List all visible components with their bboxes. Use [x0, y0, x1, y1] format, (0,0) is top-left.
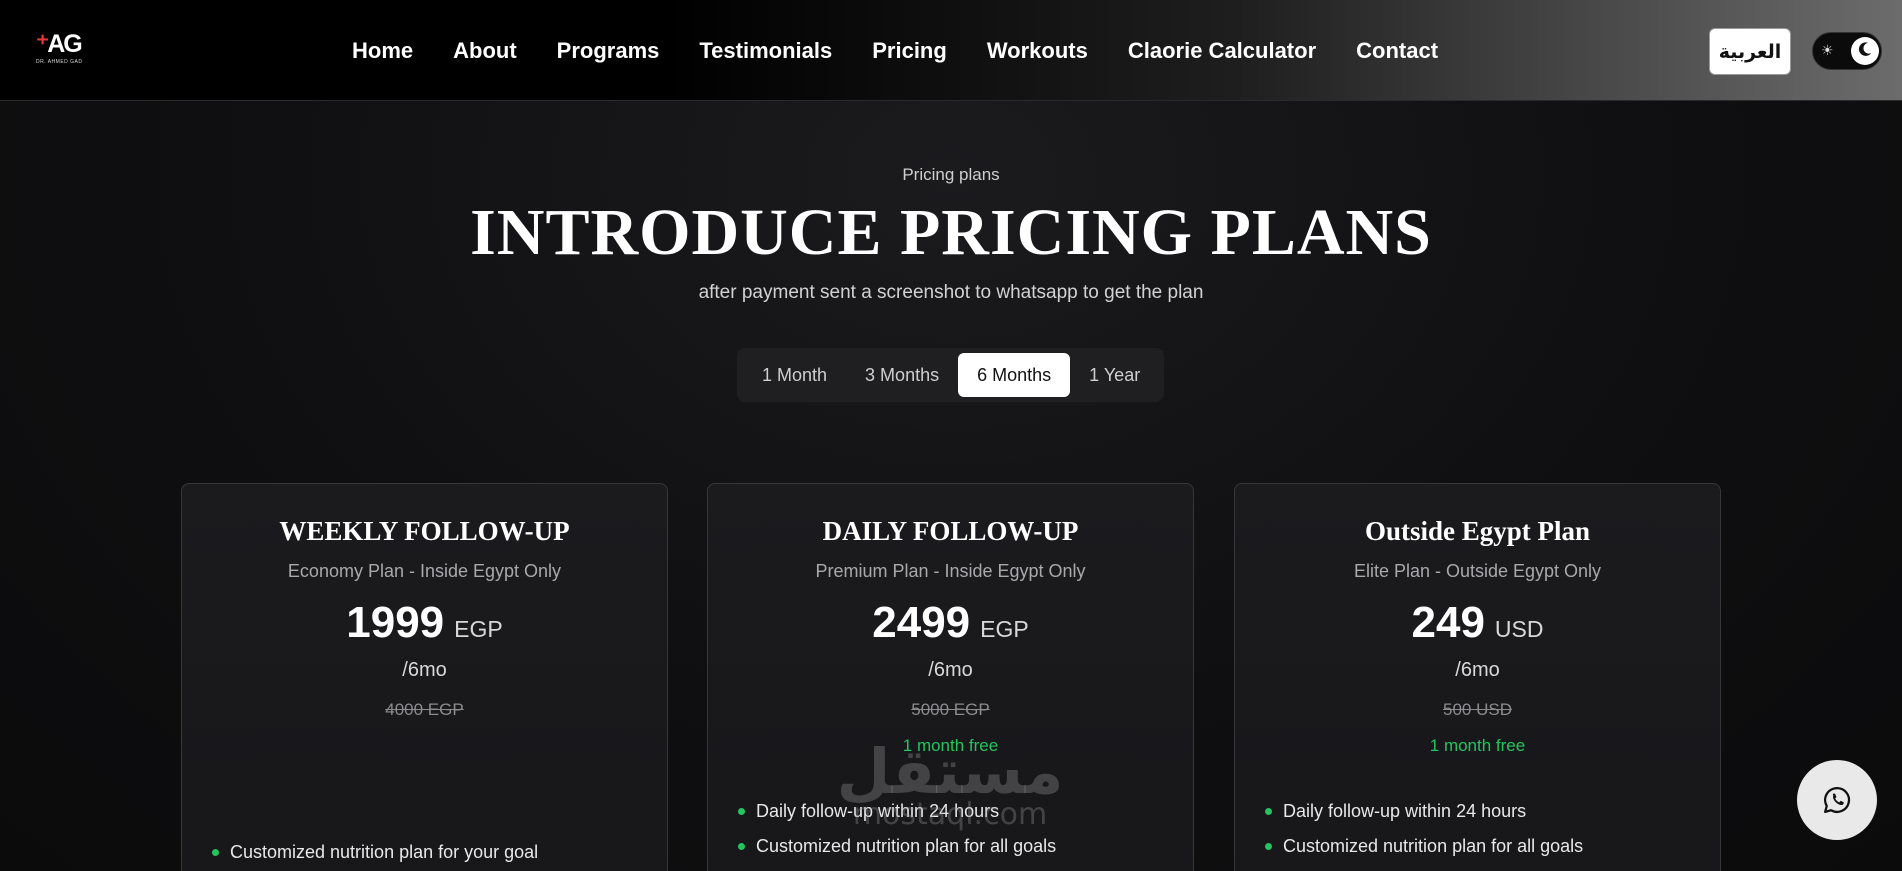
plan-subtitle: Elite Plan - Outside Egypt Only [1353, 561, 1602, 581]
plan-currency: USD [1494, 616, 1544, 642]
duration-tabs: 1 Month 3 Months 6 Months 1 Year [737, 348, 1164, 402]
list-item: Customized nutrition plan for your goal [212, 835, 538, 870]
logo-subtext: DR. AHMED GAD [36, 59, 83, 65]
tab-6-months[interactable]: 6 Months [958, 353, 1071, 397]
navbar: ⁺AG DR. AHMED GAD Home About Programs Te… [0, 0, 1902, 101]
list-item: Daily follow-up within 24 hours [738, 794, 1056, 829]
language-switch-button[interactable]: العربية [1709, 28, 1791, 75]
plan-period: /6mo [928, 659, 973, 681]
feature-text: Customized nutrition plan for all goals [756, 836, 1057, 856]
theme-toggle[interactable]: ☀ [1812, 32, 1882, 70]
plan-old-price: 5000 EGP [911, 700, 990, 719]
nav-link-contact[interactable]: Contact [1356, 38, 1438, 64]
feature-list: Customized nutrition plan for your goal [212, 835, 538, 870]
plan-old-price: 4000 EGP [385, 700, 464, 719]
plan-currency: EGP [980, 616, 1029, 642]
bullet-icon [738, 808, 745, 815]
feature-text: Customized nutrition plan for all goals [1283, 836, 1584, 856]
plan-title: WEEKLY FOLLOW-UP [279, 516, 570, 546]
plan-subtitle: Economy Plan - Inside Egypt Only [287, 561, 562, 581]
list-item: Customized nutrition plan for all goals [1265, 829, 1583, 864]
feature-text: Daily follow-up within 24 hours [756, 801, 1000, 821]
bullet-icon [1265, 808, 1272, 815]
plan-price: 1999 [346, 598, 445, 647]
nav-links: Home About Programs Testimonials Pricing… [352, 38, 1478, 64]
plan-price: 249 [1411, 598, 1485, 647]
moon-icon [1858, 42, 1872, 56]
plan-period: /6mo [402, 659, 447, 681]
logo-text: AG [47, 30, 82, 58]
pricing-card-daily: DAILY FOLLOW-UP Premium Plan - Inside Eg… [707, 483, 1194, 871]
feature-text: Customized nutrition plan for your goal [230, 842, 539, 862]
tab-3-months[interactable]: 3 Months [846, 353, 958, 397]
nav-link-workouts[interactable]: Workouts [987, 38, 1088, 64]
plan-currency: EGP [454, 616, 503, 642]
nav-link-pricing[interactable]: Pricing [872, 38, 947, 64]
nav-link-calorie-calculator[interactable]: Claorie Calculator [1128, 38, 1316, 64]
bullet-icon [212, 849, 219, 856]
plan-title: DAILY FOLLOW-UP [822, 516, 1079, 546]
plan-price: 2499 [872, 598, 971, 647]
feature-list: Daily follow-up within 24 hours Customiz… [1265, 794, 1583, 864]
plan-old-price: 500 USD [1443, 700, 1512, 719]
page-title: INTRODUCE PRICING PLANS [470, 196, 1432, 269]
bullet-icon [738, 843, 745, 850]
price-row: 1999 EGP [182, 598, 667, 648]
sun-icon: ☀ [1821, 42, 1834, 58]
section-subtitle: after payment sent a screenshot to whats… [698, 282, 1204, 303]
logo[interactable]: ⁺AG DR. AHMED GAD [36, 30, 84, 72]
feature-list: Daily follow-up within 24 hours Customiz… [738, 794, 1056, 864]
feature-text: Daily follow-up within 24 hours [1283, 801, 1527, 821]
free-month-badge: 1 month free [1429, 736, 1526, 755]
section-eyebrow: Pricing plans [902, 165, 1000, 184]
list-item: Daily follow-up within 24 hours [1265, 794, 1583, 829]
logo-mark: ⁺AG [36, 30, 83, 58]
nav-link-about[interactable]: About [453, 38, 517, 64]
whatsapp-icon [1824, 786, 1851, 813]
plan-subtitle: Premium Plan - Inside Egypt Only [815, 561, 1086, 581]
free-month-badge: 1 month free [902, 736, 999, 755]
price-row: 2499 EGP [708, 598, 1193, 648]
tab-1-month[interactable]: 1 Month [743, 353, 846, 397]
plan-title: Outside Egypt Plan [1364, 516, 1591, 546]
nav-link-testimonials[interactable]: Testimonials [699, 38, 832, 64]
list-item: Customized nutrition plan for all goals [738, 829, 1056, 864]
nav-link-home[interactable]: Home [352, 38, 413, 64]
price-row: 249 USD [1235, 598, 1720, 648]
plan-period: /6mo [1455, 659, 1500, 681]
bullet-icon [1265, 843, 1272, 850]
pricing-card-outside-egypt: Outside Egypt Plan Elite Plan - Outside … [1234, 483, 1721, 871]
nav-link-programs[interactable]: Programs [557, 38, 660, 64]
toggle-knob [1851, 37, 1879, 65]
pricing-card-weekly: WEEKLY FOLLOW-UP Economy Plan - Inside E… [181, 483, 668, 871]
whatsapp-button[interactable] [1797, 760, 1877, 840]
tab-1-year[interactable]: 1 Year [1070, 353, 1159, 397]
page: ⁺AG DR. AHMED GAD Home About Programs Te… [0, 0, 1902, 871]
